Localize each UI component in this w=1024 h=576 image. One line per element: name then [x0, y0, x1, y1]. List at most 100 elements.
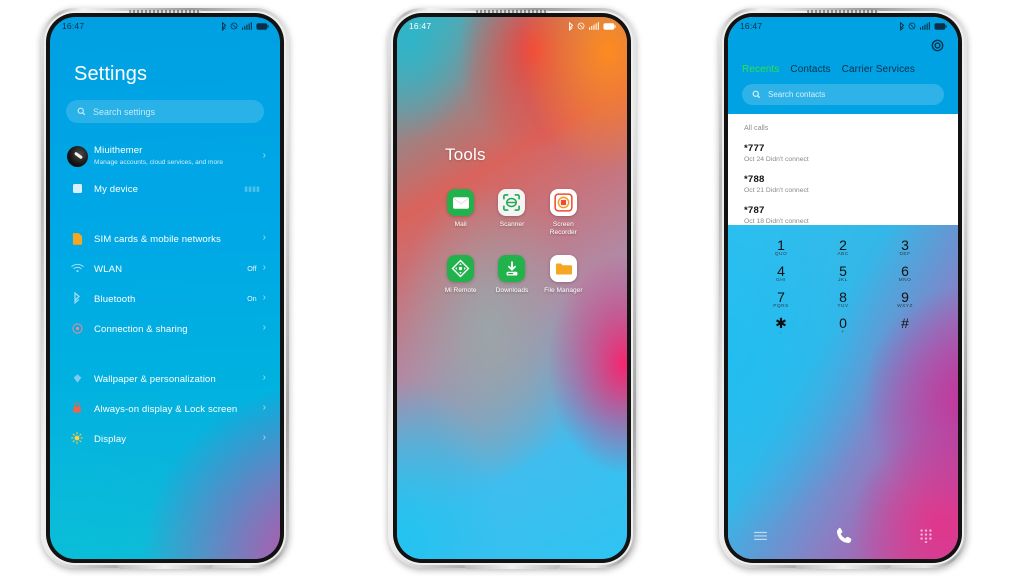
settings-row-account[interactable]: Miuithemer Manage accounts, cloud servic… [50, 137, 280, 173]
app-label: Screen Recorder [549, 221, 577, 236]
dialpad-key-0[interactable]: 0 + [812, 315, 874, 335]
settings-row-label: WLAN [94, 264, 123, 275]
call-log-row[interactable]: *787 Oct 18 Didn't connect [728, 194, 958, 225]
settings-screen: 16:47 Settings Search settings Miuitheme… [50, 17, 280, 559]
settings-row-label: Wallpaper & personalization [94, 374, 216, 385]
dialpad-key-3[interactable]: 3 DEF [874, 237, 936, 257]
screen-recorder-icon [549, 189, 577, 216]
app-screen-recorder[interactable]: Screen Recorder [538, 189, 589, 237]
tab-recents[interactable]: Recents [742, 64, 779, 75]
key-letters: , [780, 330, 782, 335]
battery-icon [603, 22, 616, 30]
dialpad-key-6[interactable]: 6 MNO [874, 263, 936, 283]
battery-icon [256, 22, 269, 30]
call-icon[interactable] [833, 525, 855, 547]
settings-row-label: SIM cards & mobile networks [94, 234, 221, 245]
brightness-icon [66, 432, 88, 444]
dialpad-key-2[interactable]: 2 ABC [812, 237, 874, 257]
phone-settings: 16:47 Settings Search settings Miuitheme… [41, 8, 289, 569]
key-digit: 5 [839, 263, 847, 279]
status-bar: 16:47 [50, 17, 280, 35]
tab-carrier-services[interactable]: Carrier Services [842, 64, 915, 75]
dialer-settings-button[interactable] [728, 35, 958, 57]
earpiece-speaker-icon [129, 10, 201, 13]
settings-row-sim-cards[interactable]: SIM cards & mobile networks › [50, 223, 280, 253]
call-meta: Oct 24 Didn't connect [744, 156, 809, 163]
call-meta: Oct 21 Didn't connect [744, 187, 809, 194]
app-grid: Mail Scanner Screen Recorder Mi Remote D… [397, 189, 627, 295]
chevron-right-icon: › [262, 402, 266, 413]
app-file-manager[interactable]: File Manager [538, 255, 589, 295]
call-number: *787 [744, 205, 765, 216]
dialpad-key-8[interactable]: 8 TUV [812, 289, 874, 309]
key-letters: WXYZ [897, 304, 913, 309]
key-letters: ABC [837, 252, 849, 257]
status-icons [899, 21, 948, 31]
key-digit: 1 [777, 237, 785, 253]
list-gap [50, 203, 280, 223]
call-number: *777 [744, 143, 765, 154]
dialer-screen: 16:47 Recents Contacts Carrier Services … [728, 17, 958, 559]
app-mi-remote[interactable]: Mi Remote [435, 255, 486, 295]
dialpad-key-5[interactable]: 5 JKL [812, 263, 874, 283]
call-number: *788 [744, 174, 765, 185]
settings-row-bluetooth[interactable]: Bluetooth On › [50, 283, 280, 313]
key-digit: ✱ [775, 315, 787, 331]
dialpad-key-hash[interactable]: # [874, 315, 936, 335]
settings-row-connection-sharing[interactable]: Connection & sharing › [50, 313, 280, 343]
signal-bars-icon [241, 22, 253, 30]
phone-dialer: 16:47 Recents Contacts Carrier Services … [719, 8, 967, 569]
settings-row-label: Display [94, 434, 127, 445]
dialpad-key-9[interactable]: 9 WXYZ [874, 289, 936, 309]
search-settings-placeholder: Search settings [93, 106, 156, 117]
dialpad-key-1[interactable]: 1 QUO [750, 237, 812, 257]
dialpad-key-star[interactable]: ✱, [750, 315, 812, 335]
keypad-icon[interactable] [920, 529, 932, 543]
call-log-row[interactable]: *788 Oct 21 Didn't connect [728, 163, 958, 194]
menu-icon[interactable] [754, 531, 767, 541]
device-icon [66, 183, 88, 193]
downloads-icon [498, 255, 526, 282]
settings-row-value: On [247, 293, 257, 303]
connection-sharing-icon [66, 322, 88, 334]
settings-row-wallpaper[interactable]: Wallpaper & personalization › [50, 363, 280, 393]
phone-bottom-edge [795, 565, 891, 569]
signal-bars-icon [919, 22, 931, 30]
key-digit: 9 [901, 289, 909, 305]
app-scanner[interactable]: Scanner [486, 189, 537, 237]
screenshot-stage: 16:47 Settings Search settings Miuitheme… [0, 0, 1024, 576]
settings-row-wlan[interactable]: WLAN Off › [50, 253, 280, 283]
search-settings-input[interactable]: Search settings [66, 100, 264, 123]
folder-title: Tools [445, 145, 486, 164]
app-downloads[interactable]: Downloads [486, 255, 537, 295]
settings-row-label: Connection & sharing [94, 324, 188, 335]
key-digit: 2 [839, 237, 847, 253]
dialpad-key-7[interactable]: 7 PQRS [750, 289, 812, 309]
search-contacts-input[interactable]: Search contacts [742, 84, 944, 105]
tab-contacts[interactable]: Contacts [790, 64, 830, 75]
app-label: Scanner [499, 221, 525, 228]
sim-card-icon [66, 232, 88, 245]
settings-row-label: My device [94, 184, 139, 195]
mi-remote-icon [447, 255, 475, 282]
settings-row-my-device[interactable]: My device ▮▮▮▮ [50, 173, 280, 203]
settings-row-display[interactable]: Display › [50, 423, 280, 453]
key-digit: # [901, 315, 909, 331]
dialer-header: 16:47 Recents Contacts Carrier Services … [728, 17, 958, 114]
call-log-row[interactable]: *777 Oct 24 Didn't connect [728, 132, 958, 163]
bluetooth-icon [221, 21, 227, 31]
dialpad-key-4[interactable]: 4 GHI [750, 263, 812, 283]
call-log-header: All calls [744, 123, 769, 132]
signal-bars-icon [588, 22, 600, 30]
app-mail[interactable]: Mail [435, 189, 486, 237]
phone-tools: 16:47 Tools Mail Scanner Screen Recorder… [388, 8, 636, 569]
settings-row-lock-screen[interactable]: Always-on display & Lock screen › [50, 393, 280, 423]
key-letters: JKL [838, 278, 848, 283]
file-manager-icon [549, 255, 577, 282]
dnd-icon [908, 22, 916, 30]
mail-icon [447, 189, 475, 216]
search-icon [752, 86, 761, 104]
tools-folder-screen: 16:47 Tools Mail Scanner Screen Recorder… [397, 17, 627, 559]
chevron-right-icon: › [262, 232, 266, 243]
key-digit: 6 [901, 263, 909, 279]
